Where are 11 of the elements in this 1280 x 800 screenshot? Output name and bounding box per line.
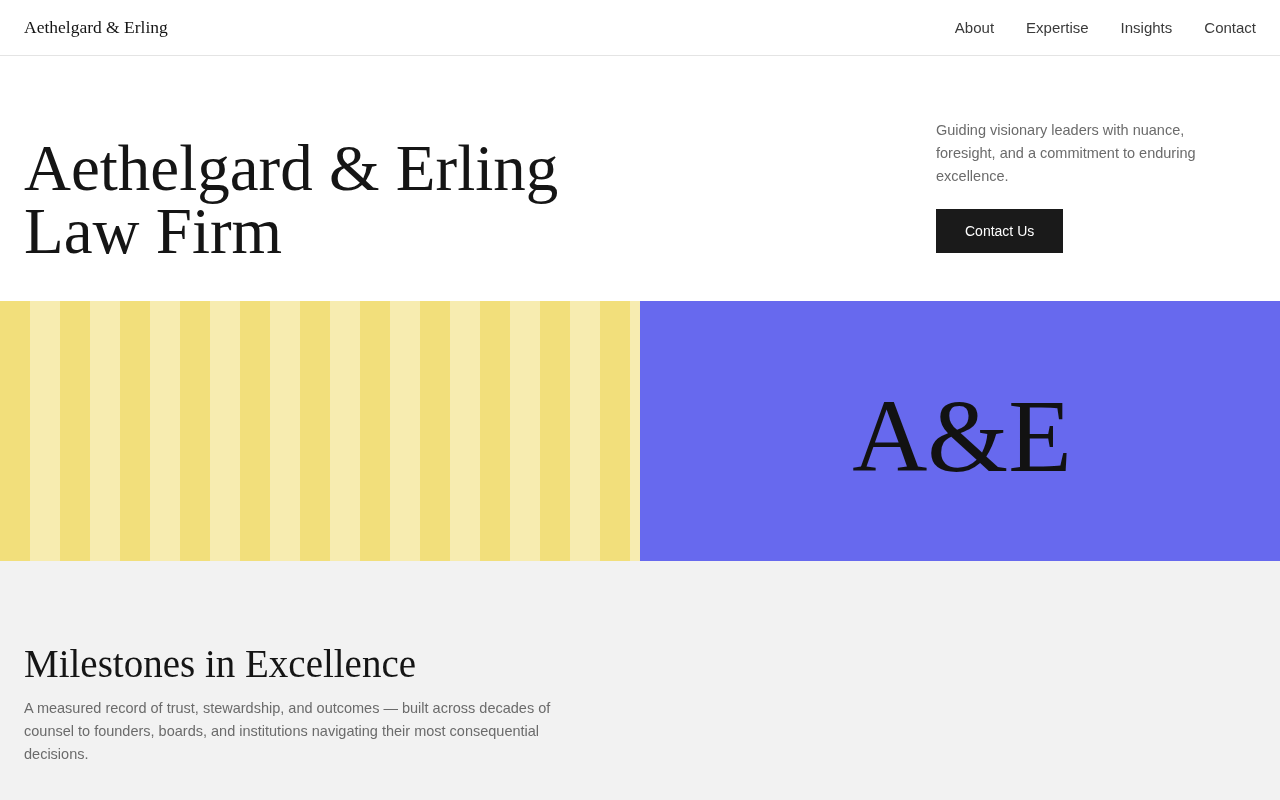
site-logo[interactable]: Aethelgard & Erling: [24, 17, 168, 38]
contact-button[interactable]: Contact Us: [936, 209, 1064, 253]
page-title: Aethelgard & Erling Law Firm: [24, 137, 560, 263]
nav-link[interactable]: Expertise: [1026, 19, 1089, 36]
nav-link[interactable]: Contact: [1204, 19, 1256, 36]
section-heading: Milestones in Excellence: [24, 641, 418, 687]
section-intro: A measured record of trust, stewardship, and outcomes — built across decades of counsel to founders, boards, and institutions navigating their most consequential decisions.: [24, 699, 552, 764]
tagline: Guiding visionary leaders with nuance, foresight, and a commitment to enduring excellence.: [936, 121, 1197, 186]
nav-link[interactable]: Insights: [1120, 19, 1173, 36]
monogram: A&E: [852, 384, 1072, 488]
nav-link[interactable]: About: [954, 19, 995, 36]
